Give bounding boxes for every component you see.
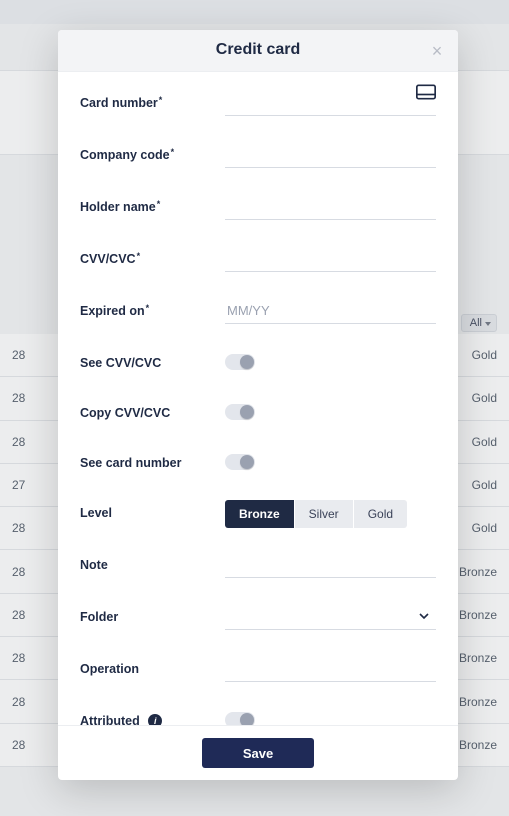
field-operation: Operation bbox=[80, 656, 436, 684]
label-card-number: Card number bbox=[80, 90, 215, 111]
label-level: Level bbox=[80, 500, 215, 521]
cvv-input[interactable] bbox=[225, 246, 436, 272]
field-copy-cvv: Copy CVV/CVC bbox=[80, 400, 436, 428]
toggle-see-cvv[interactable] bbox=[225, 354, 255, 370]
field-holder-name: Holder name bbox=[80, 194, 436, 222]
note-input[interactable] bbox=[225, 552, 436, 578]
level-bronze-button[interactable]: Bronze bbox=[225, 500, 294, 528]
field-card-number: Card number bbox=[80, 90, 436, 118]
save-button[interactable]: Save bbox=[202, 738, 314, 768]
credit-card-icon bbox=[416, 84, 436, 100]
label-see-card-number: See card number bbox=[80, 450, 215, 471]
field-cvv: CVV/CVC bbox=[80, 246, 436, 274]
level-silver-button[interactable]: Silver bbox=[294, 500, 353, 528]
field-company-code: Company code bbox=[80, 142, 436, 170]
close-icon[interactable]: × bbox=[426, 40, 448, 62]
level-gold-button[interactable]: Gold bbox=[353, 500, 407, 528]
label-operation: Operation bbox=[80, 656, 215, 677]
label-see-cvv: See CVV/CVC bbox=[80, 350, 215, 371]
credit-card-modal: Credit card × Card number Company code H… bbox=[58, 30, 458, 780]
toggle-see-card-number[interactable] bbox=[225, 454, 255, 470]
modal-header: Credit card × bbox=[58, 30, 458, 72]
label-holder-name: Holder name bbox=[80, 194, 215, 215]
field-see-card-number: See card number bbox=[80, 450, 436, 478]
field-note: Note bbox=[80, 552, 436, 580]
operation-input[interactable] bbox=[225, 656, 436, 682]
label-note: Note bbox=[80, 552, 215, 573]
modal-body: Card number Company code Holder name CVV… bbox=[58, 72, 458, 725]
label-attributed: Attributed i bbox=[80, 708, 215, 725]
level-segmented: Bronze Silver Gold bbox=[225, 500, 407, 528]
expired-on-input[interactable] bbox=[225, 298, 436, 324]
label-company-code: Company code bbox=[80, 142, 215, 163]
field-level: Level Bronze Silver Gold bbox=[80, 500, 436, 528]
label-copy-cvv: Copy CVV/CVC bbox=[80, 400, 215, 421]
folder-select[interactable] bbox=[225, 604, 436, 630]
label-folder: Folder bbox=[80, 604, 215, 625]
info-icon[interactable]: i bbox=[148, 714, 162, 725]
field-attributed: Attributed i bbox=[80, 708, 436, 725]
field-see-cvv: See CVV/CVC bbox=[80, 350, 436, 378]
card-number-input[interactable] bbox=[225, 90, 436, 116]
company-code-input[interactable] bbox=[225, 142, 436, 168]
label-cvv: CVV/CVC bbox=[80, 246, 215, 267]
label-attributed-text: Attributed bbox=[80, 714, 140, 725]
modal-title: Credit card bbox=[216, 41, 300, 59]
toggle-copy-cvv[interactable] bbox=[225, 404, 255, 420]
field-expired-on: Expired on bbox=[80, 298, 436, 326]
label-expired-on: Expired on bbox=[80, 298, 215, 319]
toggle-attributed[interactable] bbox=[225, 712, 255, 725]
modal-footer: Save bbox=[58, 725, 458, 780]
holder-name-input[interactable] bbox=[225, 194, 436, 220]
field-folder: Folder bbox=[80, 604, 436, 632]
